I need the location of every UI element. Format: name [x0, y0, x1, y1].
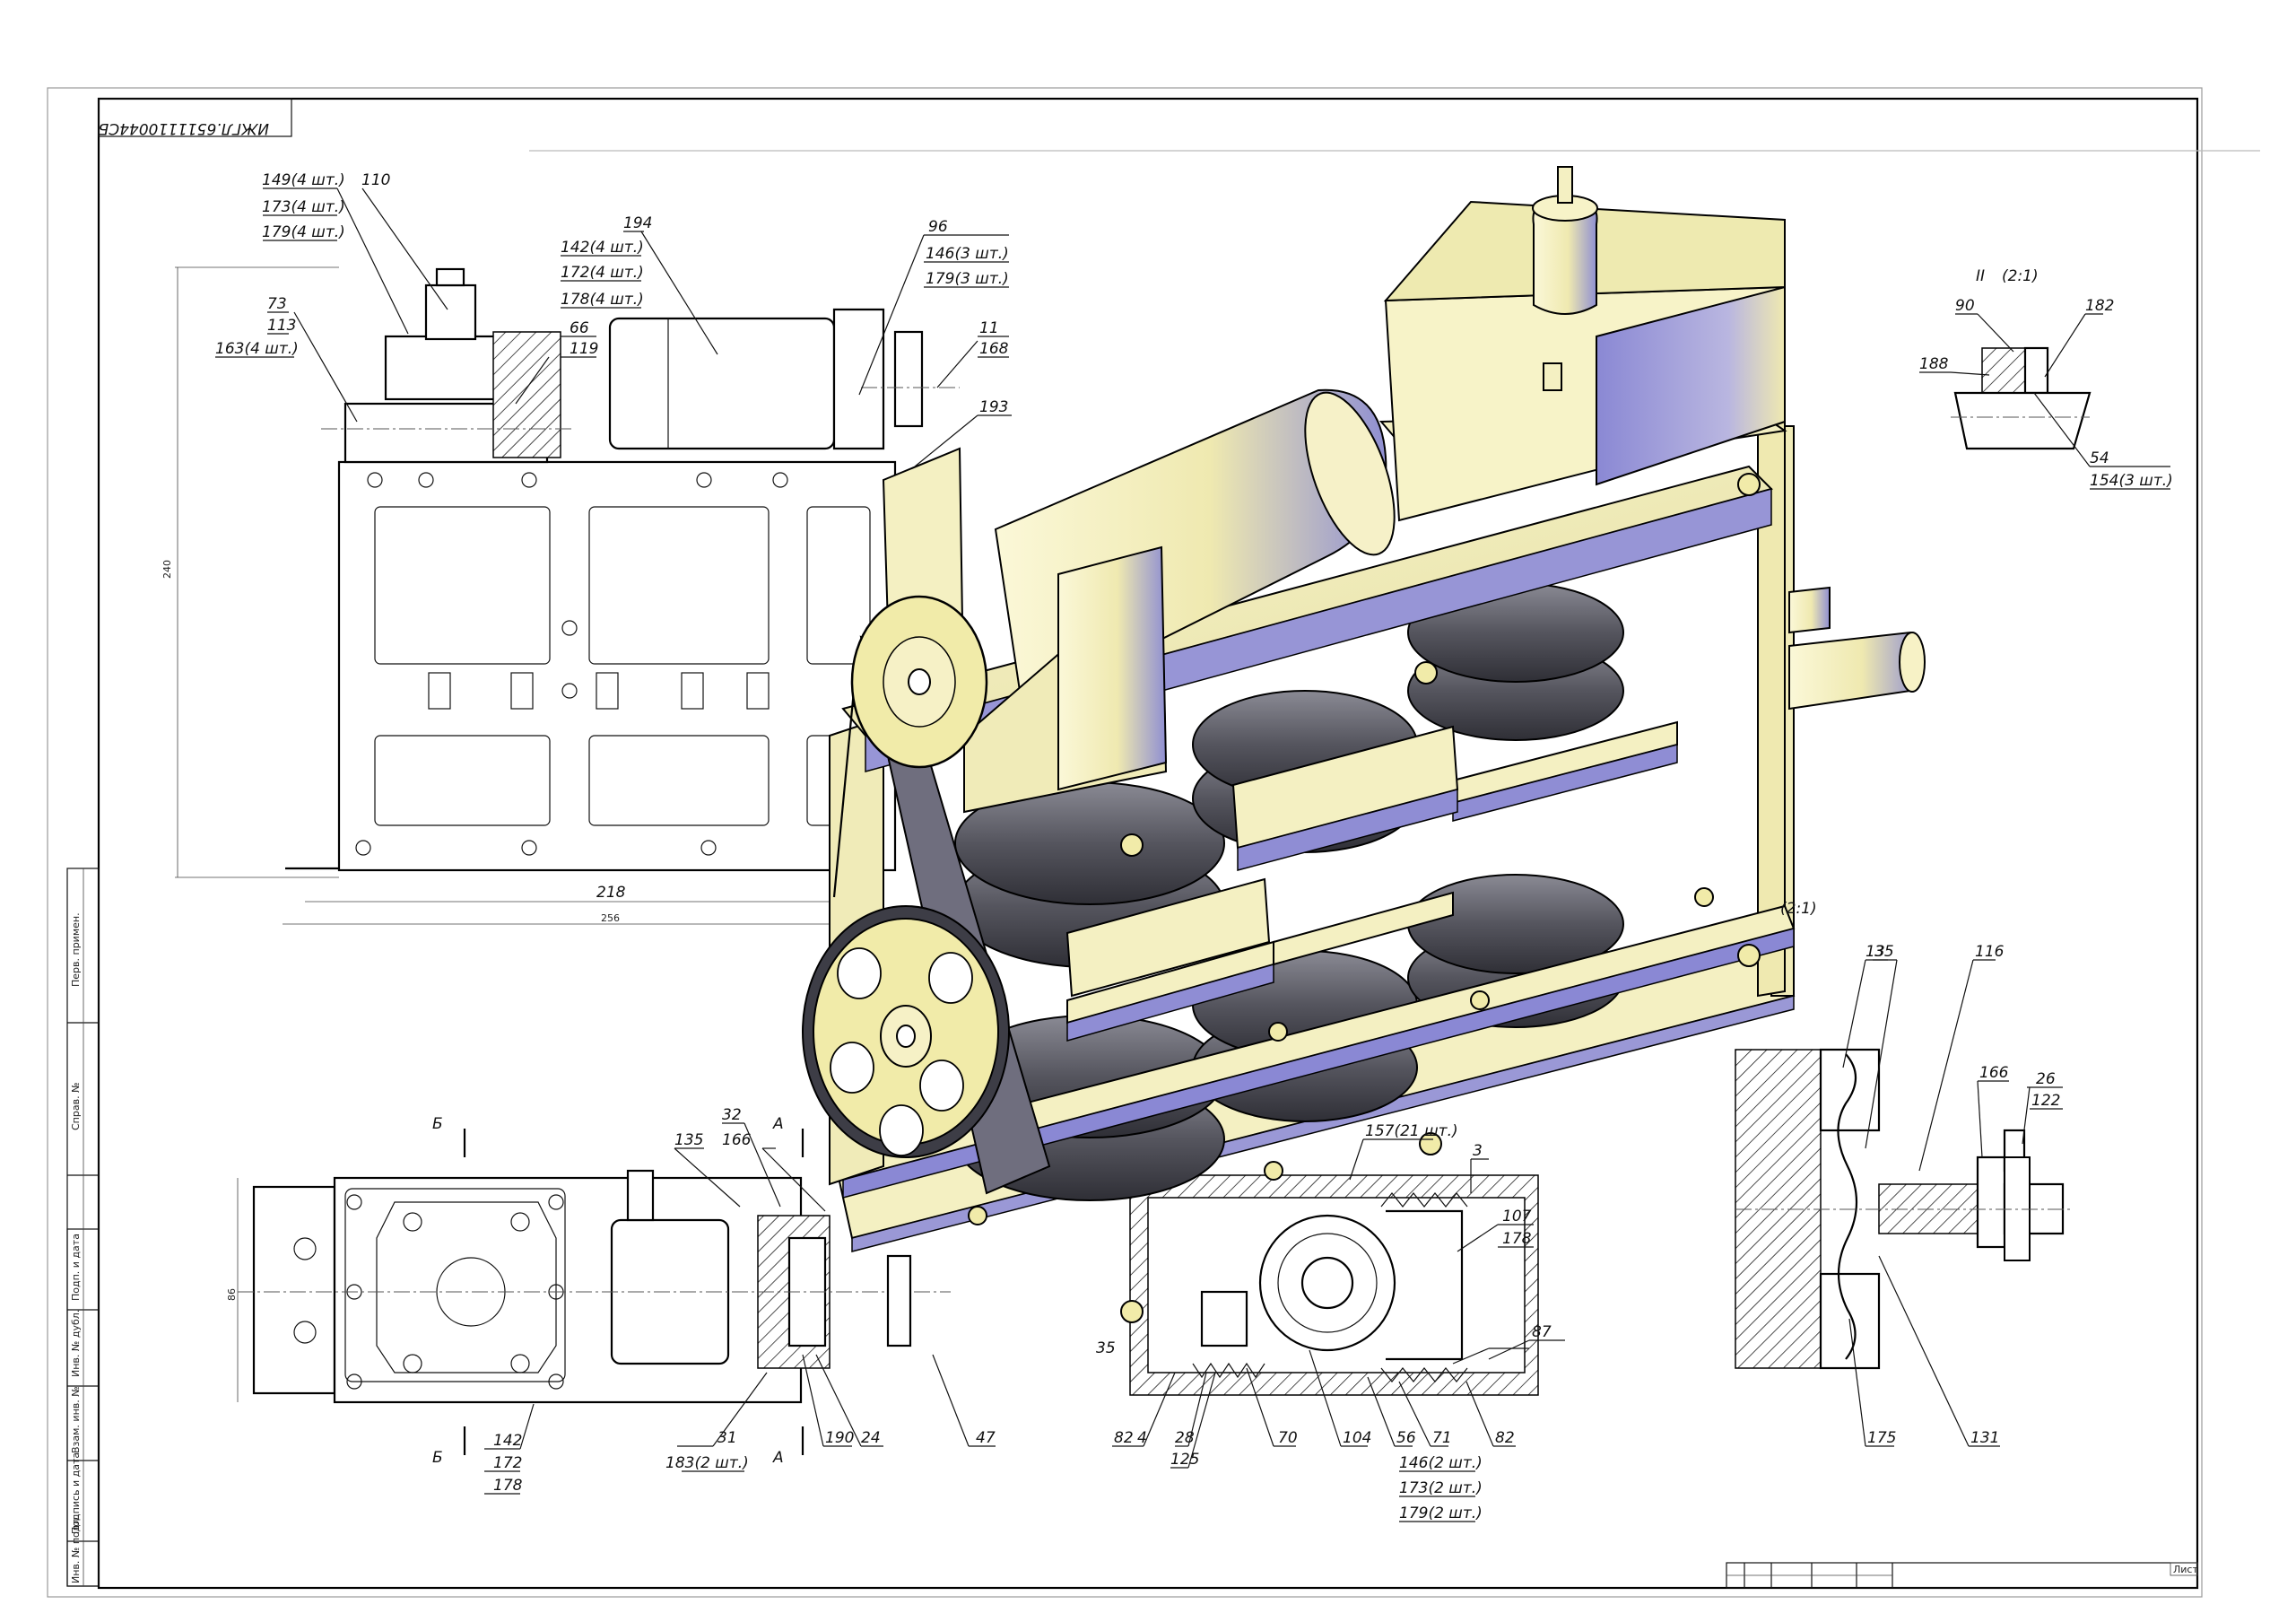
col-vzam-inv: Взам. инв. № — [70, 1386, 82, 1453]
label-82b: 82 — [1495, 1429, 1515, 1447]
label-166b: 166 — [722, 1131, 752, 1149]
label-146: 146(3 шт.) — [926, 245, 1009, 263]
label-82: 82 — [1114, 1429, 1134, 1447]
label-172b: 172 — [493, 1454, 522, 1472]
col-sprav: Справ. № — [70, 1082, 82, 1130]
label-179b: 179(3 шт.) — [926, 270, 1009, 288]
label-35b: 35 — [1096, 1339, 1116, 1357]
label-28: 28 — [1175, 1429, 1195, 1447]
label-96: 96 — [928, 218, 948, 236]
col-podp-data: Подп. и дата — [70, 1234, 82, 1301]
label-11: 11 — [979, 319, 999, 337]
label-182: 182 — [2085, 297, 2114, 315]
label-146b: 146(2 шт.) — [1399, 1454, 1483, 1472]
label-32: 32 — [722, 1106, 742, 1124]
label-175: 175 — [1867, 1429, 1896, 1447]
label-172: 172(4 шт.) — [561, 264, 644, 282]
label-166: 166 — [1979, 1064, 2009, 1082]
label-178c: 178 — [1502, 1230, 1532, 1248]
label-104: 104 — [1343, 1429, 1371, 1447]
label-54: 54 — [2090, 449, 2109, 467]
label-178: 178(4 шт.) — [561, 291, 644, 309]
label-119: 119 — [570, 340, 598, 358]
label-194: 194 — [623, 214, 652, 232]
label-173: 173(4 шт.) — [262, 198, 345, 216]
dim-256: 256 — [601, 912, 620, 924]
label-73: 73 — [267, 295, 287, 313]
label-87: 87 — [1532, 1323, 1552, 1341]
bellows-section — [1129, 1174, 1539, 1396]
label-66: 66 — [570, 319, 589, 337]
label-116: 116 — [1975, 943, 2005, 961]
col-inv-podl: Инв. № подл. — [70, 1515, 82, 1583]
section-mark-a-top: А — [772, 1115, 784, 1133]
title-block-strip: Лист — [1726, 1562, 2198, 1589]
detail-II-scale: (2:1) — [2002, 267, 2039, 285]
section-right-detail — [1735, 1048, 2072, 1370]
detail-II-title: II — [1976, 267, 1985, 285]
label-122: 122 — [2031, 1092, 2060, 1110]
drawing-code-stamp: ИЖГЛ.6511110044СБ — [99, 119, 269, 137]
label-71: 71 — [1432, 1429, 1452, 1447]
label-178b: 178 — [493, 1477, 523, 1495]
section-mark-b-bottom: Б — [432, 1449, 443, 1467]
label-3: 3 — [1473, 1142, 1483, 1160]
label-24: 24 — [861, 1429, 881, 1447]
label-168: 168 — [979, 340, 1009, 358]
label-179: 179(4 шт.) — [262, 223, 345, 241]
label-56: 56 — [1396, 1429, 1416, 1447]
label-section-scale: (2:1) — [1780, 900, 1817, 918]
left-side-stamp: Перв. примен. Справ. № Подп. и дата Инв.… — [66, 868, 100, 1587]
label-154: 154(3 шт.) — [2090, 472, 2173, 490]
top-pulley — [850, 595, 988, 769]
label-70: 70 — [1278, 1429, 1298, 1447]
label-163: 163(4 шт.) — [215, 340, 299, 358]
label-157: 157(21 шт.) — [1365, 1122, 1458, 1140]
detail-II: II (2:1) — [1951, 267, 2092, 450]
label-125: 125 — [1170, 1451, 1199, 1469]
label-142: 142(4 шт.) — [561, 239, 644, 257]
label-47: 47 — [976, 1429, 996, 1447]
dim-218: 218 — [596, 884, 626, 902]
col-inv-dubl: Инв. № дубл. — [70, 1310, 82, 1377]
label-90: 90 — [1955, 297, 1975, 315]
col-perv-primen: Перв. примен. — [70, 912, 82, 987]
assembly-drawing-sheet: ИЖГЛ.6511110044СБ Перв. примен. Справ. №… — [47, 87, 2260, 1598]
label-188: 188 — [1919, 355, 1949, 373]
label-26: 26 — [2036, 1070, 2056, 1088]
label-107: 107 — [1502, 1208, 1532, 1225]
label-190: 190 — [825, 1429, 854, 1447]
label-113: 113 — [267, 317, 296, 335]
label-173b: 173(2 шт.) — [1399, 1479, 1483, 1497]
label-183: 183(2 шт.) — [665, 1454, 749, 1472]
dim-86: 86 — [226, 1288, 238, 1301]
section-mark-a-bottom: А — [772, 1449, 784, 1467]
label-135: 135 — [674, 1131, 703, 1149]
sheet-label: Лист — [2173, 1564, 2198, 1575]
label-149: 149(4 шт.) — [262, 171, 345, 189]
label-31: 31 — [718, 1429, 737, 1447]
label-193: 193 — [979, 398, 1008, 416]
label-131: 131 — [1970, 1429, 1999, 1447]
label-110: 110 — [361, 171, 390, 189]
label-179c: 179(2 шт.) — [1399, 1504, 1483, 1522]
section-mark-b-top: Б — [432, 1115, 443, 1133]
label-35: 35 — [1874, 943, 1894, 961]
label-4: 4 — [1137, 1429, 1147, 1447]
stamp-box-top: ИЖГЛ.6511110044СБ — [98, 98, 292, 137]
label-142b: 142 — [493, 1432, 522, 1450]
drive-gear — [802, 905, 1010, 1158]
dim-240: 240 — [161, 560, 173, 579]
